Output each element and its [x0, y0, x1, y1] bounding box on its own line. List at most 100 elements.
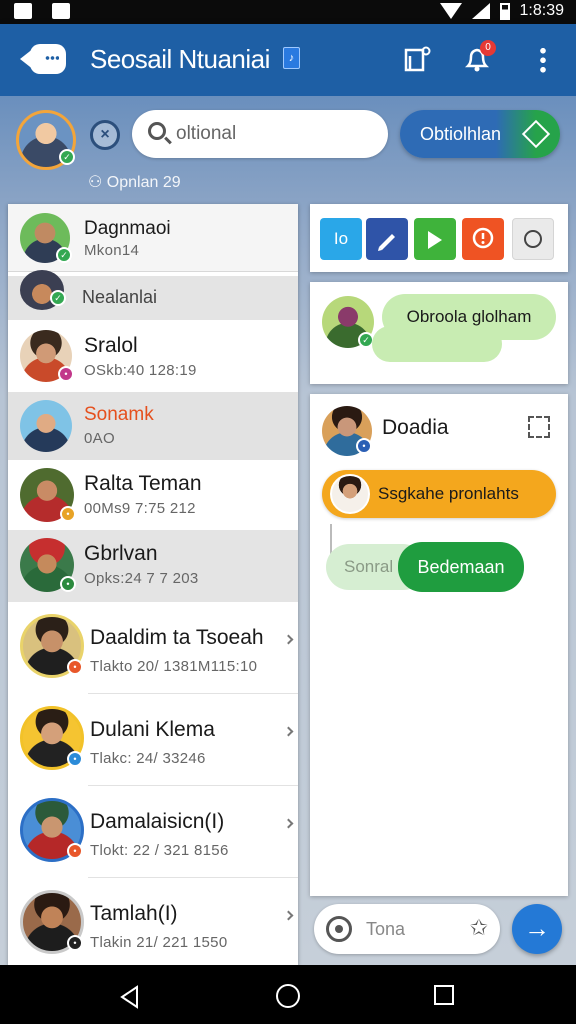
contact-name: Daaldim ta Tsoeah	[90, 626, 264, 649]
message-text: Sonral	[344, 557, 394, 576]
contact-sub: Mkon14	[84, 242, 140, 259]
status-time: 1:8:39	[519, 2, 564, 19]
online-badge-icon: •	[60, 576, 76, 592]
status-bar: 1:8:39	[0, 0, 576, 24]
list-item[interactable]: Sonamk 0AO	[8, 392, 298, 460]
navigation-bar	[0, 965, 576, 1024]
list-item[interactable]: • Gbrlvan Opks:24 7 7 203	[8, 530, 298, 602]
close-icon[interactable]: ×	[90, 120, 120, 150]
notification-count: 0	[480, 40, 496, 56]
contact-sub: Tlokt: 22 / 321 8156	[90, 842, 229, 859]
play-icon[interactable]	[414, 218, 456, 260]
avatar: •	[322, 406, 372, 456]
expand-icon[interactable]	[528, 416, 550, 438]
list-item[interactable]: • Tamlah(I) Tlakin 21/ 221 1550	[8, 878, 298, 965]
online-badge-icon: ✓	[56, 247, 72, 263]
app-title: Seosail Ntuaniai	[90, 44, 270, 74]
sub-status: ⚇ Opnlan 29	[88, 172, 181, 192]
contact-name: Tamlah(I)	[90, 902, 178, 925]
chevron-right-icon	[283, 634, 294, 645]
avatar: •	[20, 330, 74, 382]
contact-name: Dagnmaoi	[84, 218, 171, 239]
bell-icon[interactable]: 0	[462, 40, 496, 74]
chevron-right-icon	[283, 818, 294, 829]
more-vert-icon[interactable]	[540, 46, 546, 74]
contact-name: Ralta Teman	[84, 472, 202, 495]
contact-card-icon[interactable]	[402, 44, 432, 74]
contact-name: Gbrlvan	[84, 542, 158, 565]
contact-name: Dulani Klema	[90, 718, 215, 741]
contact-sub: Tlakin 21/ 221 1550	[90, 934, 228, 951]
list-item[interactable]: • Ralta Teman 00Ms9 7:75 212	[8, 460, 298, 530]
search-input[interactable]	[176, 120, 376, 148]
app-bar: Seosail Ntuaniai ♪ 0	[0, 24, 576, 96]
avatar: •	[20, 614, 84, 678]
message-input[interactable]	[366, 916, 456, 942]
status-badge-icon: •	[67, 659, 83, 675]
sub-status-label: Opnlan 29	[106, 174, 181, 191]
circle-icon[interactable]	[512, 218, 554, 260]
nav-back-icon[interactable]	[118, 985, 142, 1009]
message-bubble[interactable]: Bedemaan	[398, 542, 524, 592]
avatar: ✓	[20, 270, 66, 310]
status-badge-icon: •	[67, 843, 83, 859]
message-bubble[interactable]: Obroola glolham	[382, 294, 556, 340]
signal-icon	[471, 3, 490, 19]
avatar: •	[20, 798, 84, 862]
nav-home-icon[interactable]	[276, 984, 300, 1008]
image-icon	[52, 3, 70, 19]
action-button[interactable]: Obtiolhlan	[400, 110, 560, 158]
profile-avatar[interactable]: ✓	[16, 110, 76, 170]
avatar	[330, 474, 370, 514]
message-composer[interactable]: ✩	[314, 904, 500, 954]
toolbar-card: Io	[310, 204, 568, 272]
avatar: •	[20, 468, 76, 522]
battery-icon	[499, 2, 510, 20]
chat-back-icon[interactable]	[20, 42, 68, 76]
list-item[interactable]: • Dulani Klema Tlakc: 24/ 33246	[8, 694, 298, 786]
status-badge-icon: •	[356, 438, 372, 454]
status-badge-icon: •	[58, 366, 74, 382]
list-item[interactable]: ✓ Nealanlai	[8, 270, 298, 320]
nav-recents-icon[interactable]	[434, 985, 454, 1005]
send-button[interactable]: →	[512, 904, 562, 954]
online-badge-icon: ✓	[50, 290, 66, 306]
contact-list: ✓ Dagnmaoi Mkon14 ✓ Nealanlai • Sralol O…	[8, 204, 298, 965]
message-text: Ssgkahe pronlahts	[378, 484, 519, 503]
contact-sub: OSkb:40 128:19	[84, 362, 197, 379]
tool-button-io[interactable]: Io	[320, 218, 362, 260]
avatar: •	[20, 538, 76, 592]
list-item[interactable]: • Sralol OSkb:40 128:19	[8, 320, 298, 392]
search-box[interactable]	[132, 110, 388, 158]
message-text: Obroola glolham	[406, 307, 532, 326]
wifi-icon	[439, 3, 462, 19]
avatar	[20, 400, 72, 452]
app-icon	[14, 3, 32, 19]
camera-icon[interactable]	[326, 916, 352, 942]
message-text: Bedemaan	[417, 557, 505, 577]
contact-sub: Tlakto 20/ 1381M115:10	[90, 658, 258, 675]
search-icon	[148, 122, 166, 140]
status-badge-icon: •	[67, 751, 83, 767]
chat-title: Doadia	[382, 416, 449, 439]
music-badge-icon: ♪	[283, 47, 300, 69]
message-card: ✓ Obroola glolham	[310, 282, 568, 384]
chevron-right-icon	[283, 726, 294, 737]
pen-icon[interactable]	[366, 218, 408, 260]
arrow-right-icon: →	[524, 913, 550, 943]
alert-chat-icon[interactable]	[462, 218, 504, 260]
list-item[interactable]: • Daaldim ta Tsoeah Tlakto 20/ 1381M115:…	[8, 602, 298, 694]
avatar: ✓	[20, 213, 72, 263]
contact-sub: Opks:24 7 7 203	[84, 570, 199, 587]
sticker-icon[interactable]: ✩	[470, 917, 488, 939]
contact-name: Sonamk	[84, 404, 154, 425]
list-item[interactable]: • Damalaisicn(I) Tlokt: 22 / 321 8156	[8, 786, 298, 878]
tool-button-io-label: Io	[333, 229, 349, 248]
status-badge-icon: •	[67, 935, 83, 951]
status-badge-icon: •	[60, 506, 76, 522]
list-item[interactable]: ✓ Dagnmaoi Mkon14	[8, 204, 298, 272]
online-badge-icon: ✓	[59, 149, 75, 165]
main-content: ✓ × Obtiolhlan ⚇ Opnlan 29 ✓ Dagnmaoi Mk…	[0, 96, 576, 965]
contact-sub: Tlakc: 24/ 33246	[90, 750, 206, 767]
action-button-label: Obtiolhlan	[420, 124, 502, 144]
